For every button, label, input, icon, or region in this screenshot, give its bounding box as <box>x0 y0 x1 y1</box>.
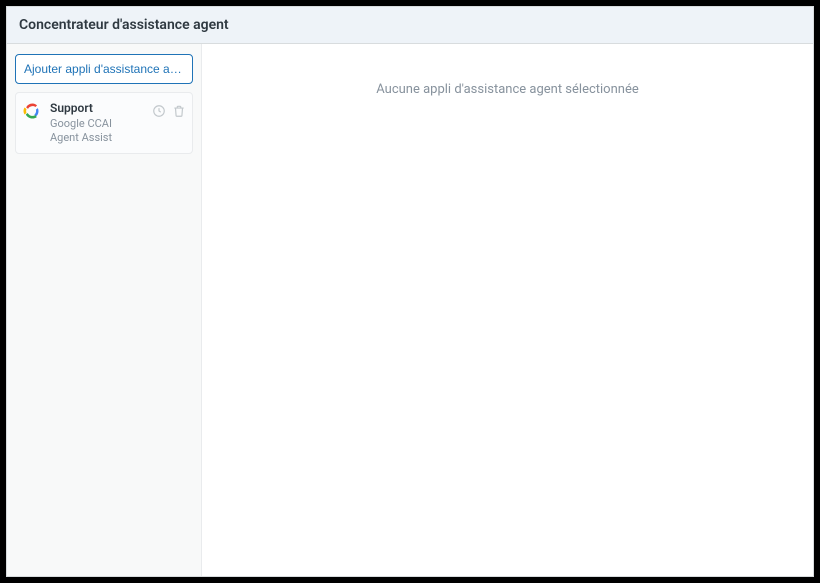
trash-icon[interactable] <box>172 103 186 117</box>
sidebar: Ajouter appli d'assistance ag... Support… <box>7 44 202 576</box>
history-icon[interactable] <box>152 103 166 117</box>
empty-state-message: Aucune appli d'assistance agent sélectio… <box>376 82 639 97</box>
panel-header: Concentrateur d'assistance agent <box>7 7 813 44</box>
list-item-subtitle: Google CCAI Agent Assist <box>50 117 142 146</box>
add-assist-app-button[interactable]: Ajouter appli d'assistance ag... <box>15 54 193 84</box>
main-content: Aucune appli d'assistance agent sélectio… <box>202 44 813 576</box>
app-window: Concentrateur d'assistance agent Ajouter… <box>6 6 814 577</box>
list-item-text: Support Google CCAI Agent Assist <box>50 101 142 145</box>
outer-frame: Concentrateur d'assistance agent Ajouter… <box>0 0 820 583</box>
assist-app-list-item[interactable]: Support Google CCAI Agent Assist <box>15 92 193 154</box>
list-item-actions <box>152 103 186 117</box>
list-item-title: Support <box>50 101 142 117</box>
panel-title: Concentrateur d'assistance agent <box>19 17 229 33</box>
google-cloud-icon <box>22 102 40 120</box>
panel-body: Ajouter appli d'assistance ag... Support… <box>7 44 813 576</box>
